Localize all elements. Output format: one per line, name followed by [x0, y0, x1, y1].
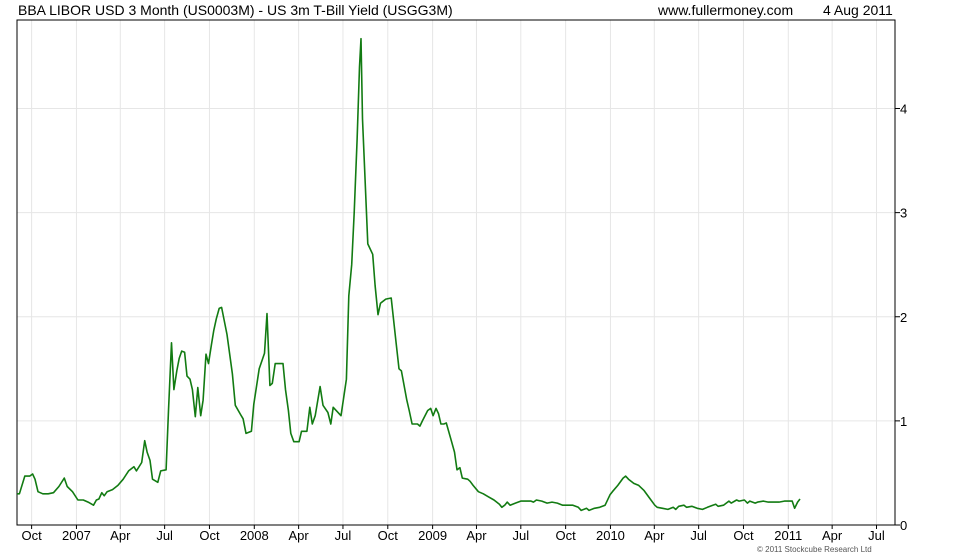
x-tick-label: Apr: [289, 528, 310, 543]
grid-lines: [17, 20, 895, 526]
x-tick-label: 2008: [240, 528, 269, 543]
y-tick-label: 3: [900, 206, 907, 221]
x-tick-label: Jul: [335, 528, 352, 543]
x-tick-label: Oct: [378, 528, 399, 543]
x-tick-label: 2010: [596, 528, 625, 543]
x-tick-label: Jul: [690, 528, 707, 543]
x-tick-label: Apr: [644, 528, 665, 543]
y-tick-label: 2: [900, 310, 907, 325]
y-tick-label: 0: [900, 518, 907, 533]
x-tick-label: Oct: [21, 528, 42, 543]
x-tick-label: Oct: [733, 528, 754, 543]
x-tick-label: 2011: [774, 528, 802, 543]
y-tick-label: 4: [900, 102, 907, 117]
x-tick-label: Oct: [199, 528, 220, 543]
x-tick-label: Apr: [822, 528, 843, 543]
y-axis: 0 1 2 3 4: [895, 102, 907, 533]
x-tick-label: Jul: [512, 528, 529, 543]
plot-frame: [16, 19, 896, 526]
y-tick-label: 1: [900, 414, 907, 429]
x-axis: Oct 2007 Apr Jul Oct 2008 Apr Jul Oct 2009 Apr Jul O…: [21, 525, 885, 543]
x-tick-label: Jul: [156, 528, 173, 543]
x-tick-label: 2009: [418, 528, 447, 543]
x-tick-label: Jul: [868, 528, 885, 543]
x-tick-label: 2007: [62, 528, 91, 543]
copyright-notice: © 2011 Stockcube Research Ltd: [757, 545, 872, 554]
x-tick-label: Oct: [556, 528, 577, 543]
x-tick-label: Apr: [466, 528, 487, 543]
line-chart: Oct 2007 Apr Jul Oct 2008 Apr Jul Oct 2009 Apr Jul O…: [16, 19, 907, 543]
x-tick-label: Apr: [110, 528, 131, 543]
series-line: [17, 37, 801, 512]
